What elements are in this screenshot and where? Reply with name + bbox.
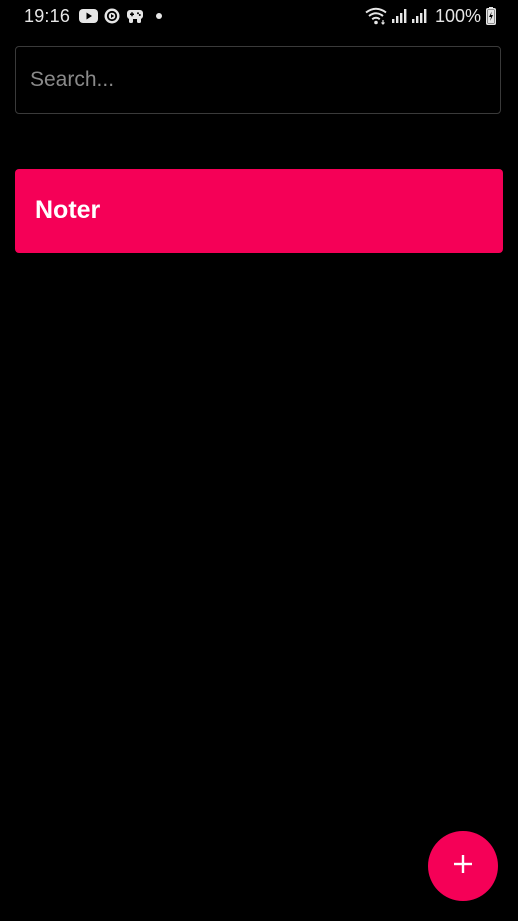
battery-percentage: 100% [434, 5, 481, 26]
status-system-icons: 100% [365, 6, 496, 26]
battery-charging-icon [486, 7, 496, 25]
search-input[interactable] [30, 47, 486, 113]
search-box[interactable] [15, 46, 501, 114]
youtube-icon [79, 9, 98, 23]
cast-icon [104, 8, 120, 24]
signal-icon [391, 8, 407, 24]
status-bar: 19:16 100% [0, 0, 518, 32]
plus-icon [453, 854, 473, 879]
add-note-button[interactable] [428, 831, 498, 901]
note-title: Noter [35, 196, 101, 224]
status-time: 19:16 [24, 6, 71, 26]
note-card[interactable]: Noter [15, 169, 503, 253]
signal-icon [411, 8, 427, 24]
game-controller-icon [126, 8, 144, 24]
wifi-icon [365, 7, 387, 25]
status-notification-icons [79, 7, 162, 25]
dot-icon [156, 13, 162, 19]
